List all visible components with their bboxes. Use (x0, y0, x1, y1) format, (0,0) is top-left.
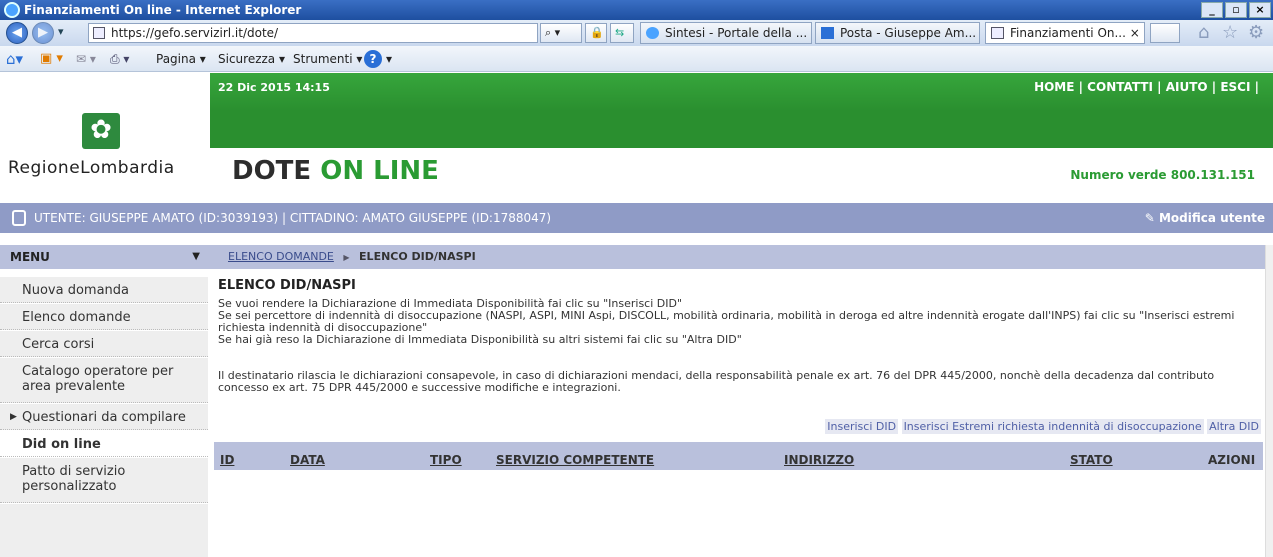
window-title-bar: Finanziamenti On line - Internet Explore… (0, 0, 1273, 20)
favorites-star-icon[interactable]: ☆ (1222, 22, 1238, 43)
sidebar: MENU ▼ Nuova domanda Elenco domande Cerc… (0, 245, 208, 557)
numero-verde: Numero verde 800.131.151 (1070, 168, 1255, 182)
sidebar-item-label: Cerca corsi (22, 337, 95, 352)
altra-did-button[interactable]: Altra DID (1207, 419, 1261, 434)
sidebar-item-label: Elenco domande (22, 310, 131, 325)
search-dropdown-button[interactable]: ⌕ ▾ (540, 23, 582, 43)
menu-pagina[interactable]: Pagina ▾ (156, 46, 206, 72)
home-icon[interactable]: ⌂▾ (6, 46, 23, 72)
back-button[interactable]: ◀ (6, 22, 28, 44)
new-tab-button[interactable] (1150, 23, 1180, 43)
user-icon (12, 210, 26, 226)
breadcrumb-link-elenco-domande[interactable]: ELENCO DOMANDE (228, 250, 334, 263)
menu-title: MENU (10, 250, 50, 264)
help-icon[interactable]: ? (364, 50, 382, 68)
scrollbar[interactable] (1265, 245, 1273, 557)
gear-icon[interactable]: ⚙ (1248, 22, 1264, 43)
instruction-line-2: Se sei percettore di indennità di disocc… (218, 309, 1235, 334)
brand-title-part1: DOTE (232, 156, 312, 186)
page-brand-title: DOTE ON LINE (232, 156, 439, 186)
url-text: https://gefo.servizirl.it/dote/ (111, 26, 279, 40)
page-icon (991, 27, 1004, 39)
inserisci-did-button[interactable]: Inserisci DID (825, 419, 899, 434)
sidebar-filler (0, 504, 208, 557)
user-info: UTENTE: GIUSEPPE AMATO (ID:3039193) | CI… (34, 211, 552, 225)
menu-header[interactable]: MENU ▼ (0, 245, 208, 269)
minimize-button[interactable]: _ (1201, 2, 1223, 18)
page-icon (93, 27, 105, 39)
command-bar: ⌂▾ ▣ ▾ ✉ ▾ ⎙ ▾ Pagina ▾ Sicurezza ▾ Stru… (0, 46, 1273, 72)
sidebar-item-label: Questionari da compilare (22, 410, 186, 425)
chevron-down-icon: ▼ (192, 251, 200, 262)
history-dropdown-icon[interactable]: ▾ (58, 25, 64, 38)
column-header-stato[interactable]: STATO (1070, 446, 1113, 474)
sidebar-item-nuova-domanda[interactable]: Nuova domanda (0, 277, 208, 303)
header-date: 22 Dic 2015 14:15 (218, 81, 330, 94)
help-dropdown-icon[interactable]: ▾ (386, 46, 392, 72)
inserisci-estremi-button[interactable]: Inserisci Estremi richiesta indennità di… (901, 419, 1204, 434)
header-green-fill (210, 111, 1273, 148)
sidebar-item-catalogo[interactable]: Catalogo operatore per area prevalente (0, 358, 208, 403)
sidebar-item-label: Patto di servizio personalizzato (22, 464, 126, 494)
brand-title-part2: ON LINE (320, 156, 439, 186)
tab-label: Posta - Giuseppe Am... (840, 26, 977, 40)
action-links: Inserisci DID Inserisci Estremi richiest… (825, 419, 1261, 434)
menu-strumenti[interactable]: Strumenti ▾ (293, 46, 362, 72)
sidebar-item-label: Nuova domanda (22, 283, 130, 298)
breadcrumb: ELENCO DOMANDE ▶ ELENCO DID/NASPI (208, 245, 1265, 269)
modify-user-button[interactable]: ✎ Modifica utente (1145, 203, 1265, 233)
sidebar-item-questionari[interactable]: ▶ Questionari da compilare (0, 404, 208, 430)
ie-logo-icon (4, 2, 20, 18)
refresh-icon[interactable]: ⇆ (610, 23, 634, 43)
tab-sintesi[interactable]: Sintesi - Portale della ... (640, 22, 812, 44)
logo-area: ✿ RegioneLombardia (0, 73, 210, 193)
modify-user-label: Modifica utente (1158, 211, 1265, 225)
table-header: ID DATA TIPO SERVIZIO COMPETENTE INDIRIZ… (214, 442, 1263, 470)
close-window-button[interactable]: × (1249, 2, 1271, 18)
sidebar-item-cerca-corsi[interactable]: Cerca corsi (0, 331, 208, 357)
address-bar[interactable]: https://gefo.servizirl.it/dote/ (88, 23, 538, 43)
sidebar-item-label: Catalogo operatore per area prevalente (22, 364, 174, 394)
page-title: ELENCO DID/NASPI (218, 278, 356, 293)
print-icon[interactable]: ⎙ ▾ (110, 46, 129, 72)
breadcrumb-current: ELENCO DID/NASPI (359, 250, 476, 263)
tab-label: Sintesi - Portale della ... (665, 26, 808, 40)
breadcrumb-separator-icon: ▶ (343, 253, 350, 262)
feeds-icon[interactable]: ▣ ▾ (40, 46, 63, 72)
instruction-line-3: Se hai già reso la Dichiarazione di Imme… (218, 333, 742, 346)
tab-label: Finanziamenti On... × (1010, 26, 1140, 40)
sidebar-item-elenco-domande[interactable]: Elenco domande (0, 304, 208, 330)
sidebar-item-patto-servizio[interactable]: Patto di servizio personalizzato (0, 458, 208, 503)
tab-posta[interactable]: Posta - Giuseppe Am... (815, 22, 980, 44)
user-bar: UTENTE: GIUSEPPE AMATO (ID:3039193) | CI… (0, 203, 1273, 233)
restore-button[interactable]: ▫ (1225, 2, 1247, 18)
column-header-id[interactable]: ID (220, 446, 234, 474)
column-header-tipo[interactable]: TIPO (430, 446, 462, 474)
window-title: Finanziamenti On line - Internet Explore… (24, 3, 302, 17)
lock-icon[interactable]: 🔒 (585, 23, 607, 43)
column-header-data[interactable]: DATA (290, 446, 325, 474)
chevron-right-icon: ▶ (10, 412, 17, 422)
legal-notice: Il destinatario rilascia le dichiarazion… (218, 369, 1215, 394)
sidebar-item-did-on-line[interactable]: Did on line (0, 431, 208, 457)
column-header-servizio[interactable]: SERVIZIO COMPETENTE (496, 446, 654, 474)
mail-icon[interactable]: ✉ ▾ (76, 46, 96, 72)
menu-sicurezza[interactable]: Sicurezza ▾ (218, 46, 285, 72)
column-header-indirizzo[interactable]: INDIRIZZO (784, 446, 854, 474)
header-links[interactable]: HOME | CONTATTI | AIUTO | ESCI | (1034, 80, 1259, 94)
column-header-azioni: AZIONI (1208, 453, 1256, 467)
regione-lombardia-logo-icon: ✿ (82, 113, 120, 149)
sidebar-item-label: Did on line (22, 437, 101, 452)
address-row: ◀ ▶ ▾ https://gefo.servizirl.it/dote/ ⌕ … (0, 20, 1273, 46)
home-icon[interactable]: ⌂ (1198, 22, 1209, 43)
forward-button[interactable]: ▶ (32, 22, 54, 44)
tab-finanziamenti[interactable]: Finanziamenti On... × (985, 22, 1145, 44)
ie-tab-icon (646, 27, 659, 39)
mail-icon (821, 27, 834, 39)
logo-text: RegioneLombardia (8, 158, 175, 178)
